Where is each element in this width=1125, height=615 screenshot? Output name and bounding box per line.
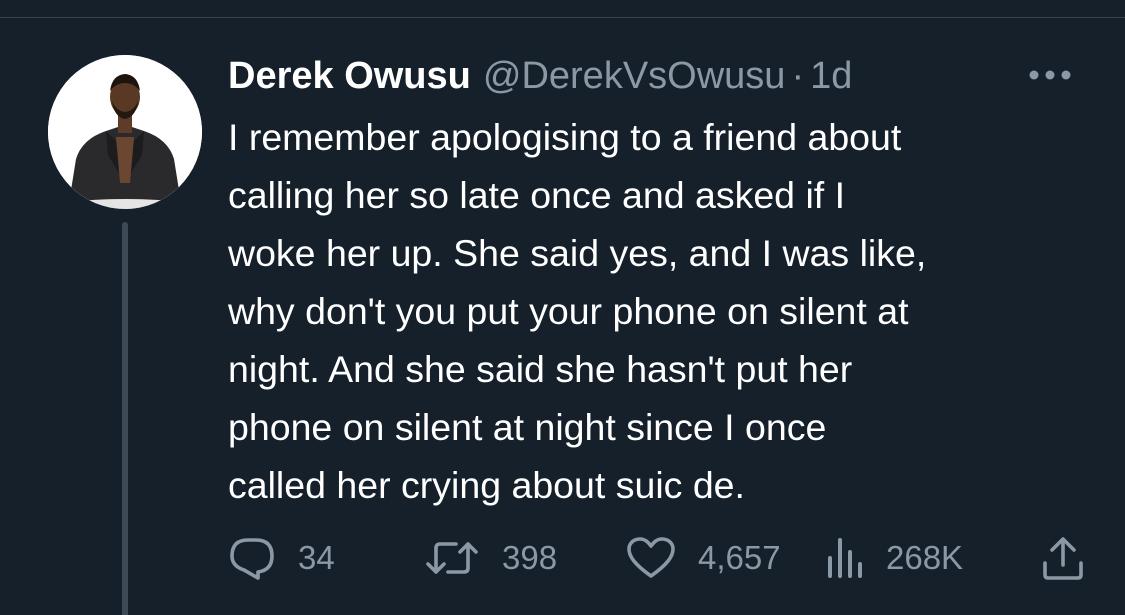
share-icon	[1043, 537, 1083, 580]
separator-dot: ·	[791, 55, 805, 97]
heart-icon	[627, 537, 675, 578]
tweet-text-line: called her crying about suic de.	[228, 464, 745, 506]
analytics-icon	[828, 538, 862, 578]
reply-count: 34	[298, 539, 335, 576]
tweet-timestamp[interactable]: 1d	[810, 52, 852, 100]
tweet-text-line: night. And she said she hasn't put her	[228, 348, 853, 390]
reply-button[interactable]: 34	[228, 530, 335, 586]
views-button[interactable]: 268K	[824, 530, 963, 586]
more-options-button[interactable]	[1024, 60, 1076, 90]
tweet-header: Derek Owusu @DerekVsOwusu · 1d	[228, 52, 852, 100]
avatar[interactable]	[48, 55, 202, 209]
thread-line	[122, 222, 128, 615]
author-display-name[interactable]: Derek Owusu	[228, 52, 471, 100]
like-count: 4,657	[698, 539, 781, 576]
reply-icon	[230, 538, 274, 580]
views-count: 268K	[886, 539, 964, 576]
retweet-button[interactable]: 398	[424, 530, 557, 586]
tweet-text-line: woke her up. She said yes, and I was lik…	[228, 232, 927, 274]
tweet-text-line: phone on silent at night since I once	[228, 406, 827, 448]
retweet-icon	[426, 542, 478, 574]
like-button[interactable]: 4,657	[626, 530, 781, 586]
tweet-text-line: calling her so late once and asked if I	[228, 174, 846, 216]
tweet-text-line: why don't you put your phone on silent a…	[228, 290, 909, 332]
share-button[interactable]	[1040, 530, 1086, 586]
author-handle[interactable]: @DerekVsOwusu	[483, 52, 786, 100]
tweet-text-line: I remember apologising to a friend about	[228, 116, 902, 158]
top-divider	[0, 17, 1125, 18]
more-horizontal-icon	[1029, 70, 1071, 80]
retweet-count: 398	[502, 539, 558, 576]
avatar-photo	[48, 55, 202, 209]
tweet-actions-bar: 34 398 4,657 268K	[228, 530, 1098, 586]
tweet-text: I remember apologising to a friend about…	[228, 108, 1088, 514]
